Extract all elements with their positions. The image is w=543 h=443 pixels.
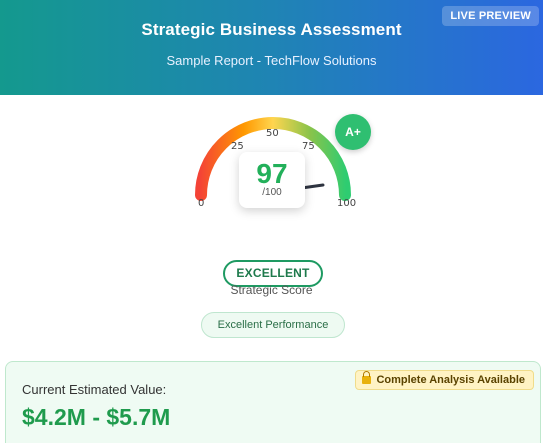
valuation-label: Current Estimated Value: xyxy=(22,382,167,397)
report-header: Strategic Business Assessment Sample Rep… xyxy=(0,0,543,95)
tick-label-75: 75 xyxy=(302,141,315,152)
score-max: /100 xyxy=(262,187,282,198)
valuation-card: Current Estimated Value: $4.2M - $5.7M C… xyxy=(5,361,541,443)
performance-badge: Excellent Performance xyxy=(201,312,345,338)
score-caption: Strategic Score xyxy=(230,283,313,297)
tick-label-100: 100 xyxy=(337,198,357,209)
tick-label-0: 0 xyxy=(198,198,205,209)
valuation-range: $4.2M - $5.7M xyxy=(22,404,171,430)
complete-analysis-button[interactable]: Complete Analysis Available xyxy=(355,370,534,390)
report-subtitle: Sample Report - TechFlow Solutions xyxy=(166,53,377,68)
lock-icon xyxy=(362,371,372,384)
live-preview-badge[interactable]: LIVE PREVIEW xyxy=(442,6,539,26)
score-value: 97 xyxy=(256,158,288,189)
tick-label-50: 50 xyxy=(266,128,279,139)
complete-analysis-label: Complete Analysis Available xyxy=(376,374,525,386)
grade-badge: A+ xyxy=(335,114,371,150)
tick-label-25: 25 xyxy=(231,141,244,152)
assessment-page: Strategic Business Assessment Sample Rep… xyxy=(0,0,543,443)
score-card: 97 /100 xyxy=(239,152,305,208)
